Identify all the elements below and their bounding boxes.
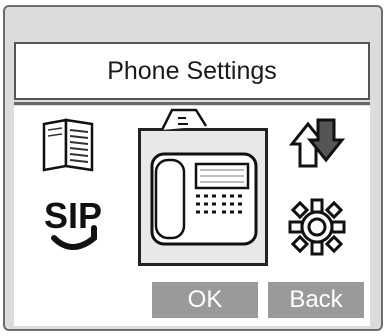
ok-button[interactable]: OK bbox=[152, 282, 258, 318]
directory-book-icon[interactable] bbox=[38, 114, 98, 174]
gear-settings-icon[interactable] bbox=[286, 196, 348, 258]
transfer-arrows-icon[interactable] bbox=[286, 114, 348, 176]
back-button[interactable]: Back bbox=[268, 282, 364, 318]
phone-settings-icon[interactable] bbox=[134, 104, 274, 272]
phone-display: Phone Settings SIP OK Back bbox=[0, 0, 388, 336]
page-title: Phone Settings bbox=[14, 42, 370, 100]
sip-icon[interactable]: SIP bbox=[42, 194, 112, 258]
